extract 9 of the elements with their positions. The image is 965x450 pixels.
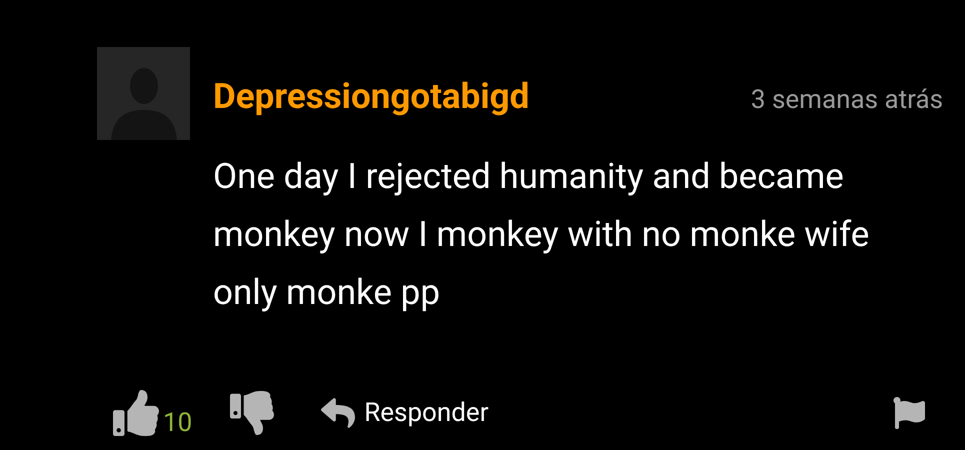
comment-author[interactable]: Depressiongotabigd	[213, 79, 530, 114]
reply-button[interactable]: Responder	[318, 394, 489, 432]
dislike-button[interactable]	[230, 391, 274, 435]
thumbs-up-icon	[113, 390, 159, 436]
like-button[interactable]: 10	[113, 390, 192, 436]
like-count: 10	[163, 410, 192, 436]
comment-text: One day I rejected humanity and became monkey now I monkey with no monke wife only monke pp	[213, 155, 870, 315]
thumbs-down-icon	[230, 391, 274, 435]
comment-time: 3 semanas atrás	[750, 87, 943, 113]
